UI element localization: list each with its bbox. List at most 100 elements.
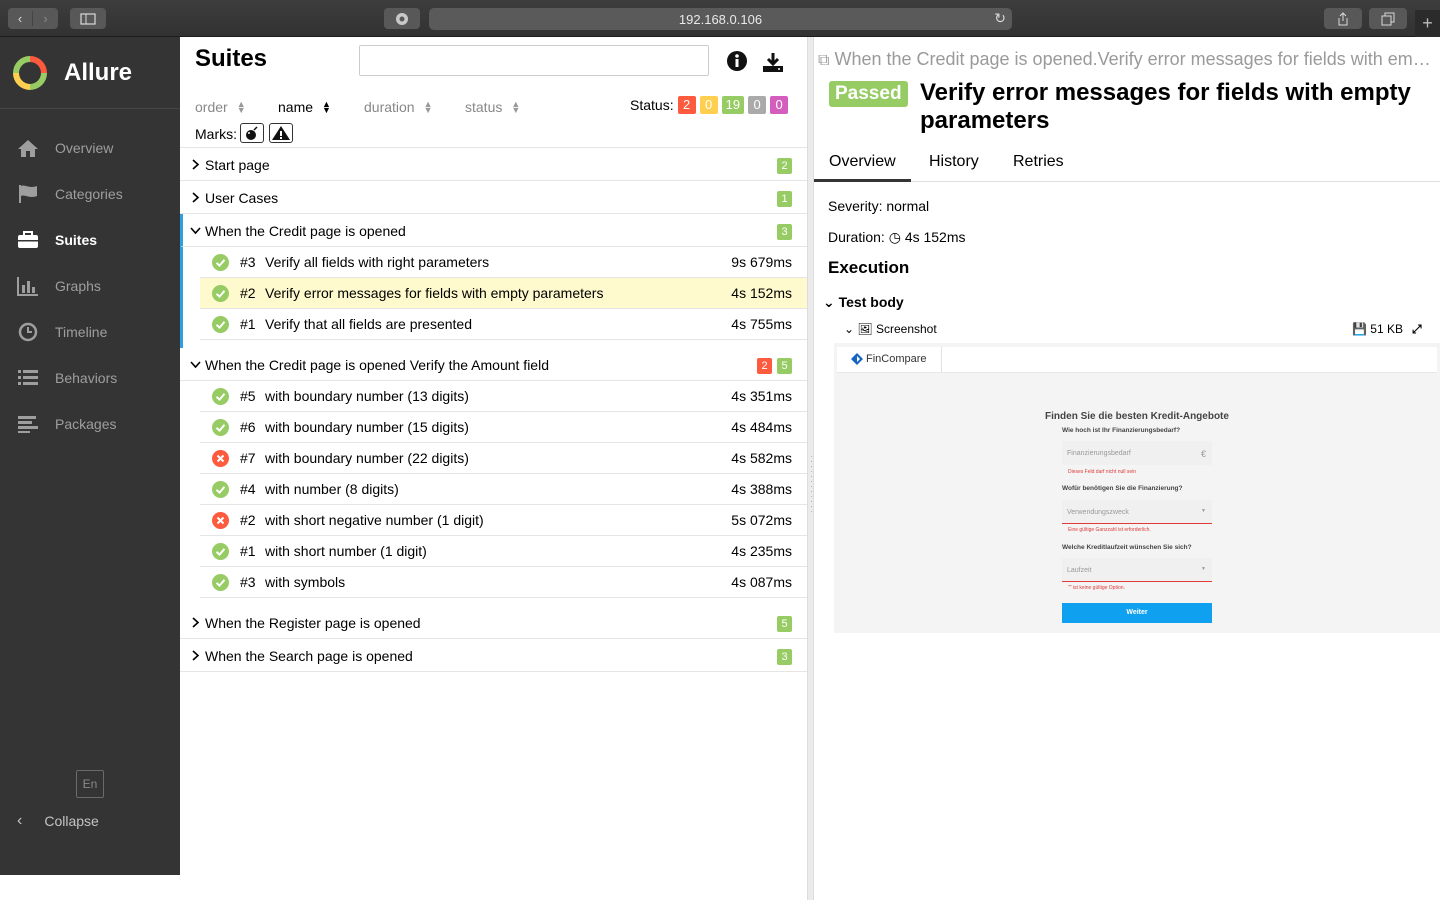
attachment-row[interactable]: ⌄ 🖼 Screenshot 💾 51 KB ⤢ — [844, 322, 1434, 336]
passed-status-icon — [212, 419, 229, 436]
suite-row[interactable]: When the Register page is opened 5 — [180, 606, 807, 639]
address-bar[interactable]: 192.168.0.106 ↻ — [429, 8, 1012, 30]
test-case-duration: 4s 582ms — [731, 450, 792, 466]
duration-value: 4s 152ms — [904, 229, 966, 245]
bar-chart-icon — [17, 277, 38, 296]
status-passed-toggle[interactable]: 19 — [721, 96, 745, 114]
breadcrumb: ⧉ When the Credit page is opened.Verify … — [818, 49, 1438, 70]
info-icon[interactable] — [727, 51, 747, 76]
language-button[interactable]: En — [76, 770, 104, 798]
home-icon — [18, 140, 38, 157]
test-case-row[interactable]: #2 Verify error messages for fields with … — [200, 278, 807, 309]
allure-logo-icon — [13, 55, 47, 90]
test-case-row[interactable]: #3 with symbols 4s 087ms — [200, 567, 807, 598]
back-icon[interactable]: ‹ — [8, 11, 33, 26]
forward-icon[interactable]: › — [33, 11, 58, 26]
flaky-mark-toggle[interactable] — [240, 123, 264, 143]
status-badge: Passed — [829, 81, 908, 107]
sort-name[interactable]: name ▲ ▼ — [278, 99, 331, 115]
test-case-number: #1 — [240, 543, 256, 559]
sidebar-item-overview[interactable]: Overview — [0, 125, 180, 171]
tab-overview[interactable]: Overview — [814, 153, 911, 182]
suite-row[interactable]: When the Credit page is opened 3 — [180, 214, 807, 247]
test-case-row[interactable]: #4 with number (8 digits) 4s 388ms — [200, 474, 807, 505]
suite-row[interactable]: When the Search page is opened 3 — [180, 639, 807, 672]
test-case-row[interactable]: #7 with boundary number (22 digits) 4s 582… — [200, 443, 807, 474]
test-case-row[interactable]: #1 Verify that all fields are presented 4s… — [200, 309, 807, 340]
screenshot-header: FinCompare — [837, 347, 1437, 373]
form-select-purpose: Verwendungszweck ▼ — [1062, 500, 1212, 524]
fincompare-logo: FinCompare — [851, 353, 927, 365]
extension-icon[interactable] — [384, 8, 420, 29]
sidebar-item-graphs[interactable]: Graphs — [0, 263, 180, 309]
search-input[interactable] — [359, 45, 709, 76]
download-icon[interactable] — [762, 52, 784, 77]
suite-name: When the Register page is opened — [205, 615, 421, 631]
test-case-title: with symbols — [265, 574, 346, 590]
sidebar: Allure Overview Categories Suites Graphs… — [0, 37, 180, 875]
passed-status-icon — [212, 316, 229, 333]
app-name: Allure — [64, 58, 133, 86]
test-case-number: #3 — [240, 574, 256, 590]
expand-icon[interactable]: ⤢ — [1412, 322, 1422, 337]
suite-row[interactable]: Start page 2 — [180, 148, 807, 181]
test-case-duration: 4s 351ms — [731, 388, 792, 404]
copy-icon[interactable]: ⧉ — [818, 52, 829, 69]
status-skipped-toggle[interactable]: 0 — [748, 96, 767, 114]
sidebar-toggle-icon[interactable] — [70, 8, 106, 29]
severity: Severity: normal — [828, 198, 930, 214]
tabs-overview-icon[interactable] — [1369, 8, 1407, 29]
sort-duration[interactable]: duration ▲ ▼ — [364, 99, 433, 115]
form-error-1: Dieses Feld darf nicht null sein — [1068, 469, 1137, 475]
pane-splitter[interactable]: · · · · · · · · · · · · — [807, 37, 814, 900]
test-case-row[interactable]: #1 with short number (1 digit) 4s 235ms — [200, 536, 807, 567]
marks-bar: Marks: — [180, 122, 807, 148]
back-forward-buttons[interactable]: ‹ › — [8, 8, 58, 29]
marks-label: Marks: — [195, 126, 237, 142]
status-unknown-toggle[interactable]: 0 — [770, 96, 789, 114]
new-failed-mark-toggle[interactable] — [269, 123, 293, 143]
form-input-amount-placeholder: Finanzierungsbedarf — [1067, 450, 1131, 457]
sidebar-item-behaviors[interactable]: Behaviors — [0, 355, 180, 401]
collapse-button[interactable]: ‹ Collapse — [17, 812, 99, 830]
fincompare-logo-text: FinCompare — [866, 353, 927, 365]
sidebar-item-timeline[interactable]: Timeline — [0, 309, 180, 355]
test-case-row[interactable]: #3 Verify all fields with right parameter… — [200, 247, 807, 278]
sort-arrows-icon: ▲ ▼ — [423, 99, 433, 115]
sort-status[interactable]: status ▲ ▼ — [465, 99, 520, 115]
flag-icon — [19, 185, 37, 203]
suite-row[interactable]: When the Credit page is opened Verify th… — [180, 348, 807, 381]
test-case-row[interactable]: #6 with boundary number (15 digits) 4s 484… — [200, 412, 807, 443]
sidebar-item-label: Suites — [55, 232, 98, 248]
attachment-name: Screenshot — [875, 322, 937, 336]
new-tab-button[interactable]: + — [1415, 10, 1440, 37]
status-failed-toggle[interactable]: 2 — [677, 96, 696, 114]
sort-order[interactable]: order ▲ ▼ — [195, 99, 246, 115]
detail-tabs: Overview History Retries — [814, 147, 1440, 182]
test-body-toggle[interactable]: ⌄ Test body — [823, 294, 904, 311]
sidebar-item-categories[interactable]: Categories — [0, 171, 180, 217]
brand[interactable]: Allure — [0, 37, 180, 109]
passed-status-icon — [212, 285, 229, 302]
drag-handle-icon[interactable]: · · · · · · · · · · · · — [810, 452, 813, 516]
screenshot-preview[interactable]: FinCompare Finden Sie die besten Kredit-… — [834, 343, 1440, 633]
test-detail-pane: ⧉ When the Credit page is opened.Verify … — [814, 37, 1440, 900]
suites-tree: Start page 2 User Cases 1 When the Credit pa… — [180, 148, 807, 672]
sidebar-item-suites[interactable]: Suites — [0, 217, 180, 263]
share-icon[interactable] — [1324, 8, 1362, 29]
dropdown-icon: ▼ — [1201, 508, 1206, 514]
chevron-right-icon — [190, 615, 201, 631]
tab-retries[interactable]: Retries — [1013, 153, 1064, 171]
test-case-row[interactable]: #5 with boundary number (13 digits) 4s 351… — [200, 381, 807, 412]
clock-icon — [18, 322, 38, 342]
passed-status-icon — [212, 481, 229, 498]
tab-history[interactable]: History — [929, 153, 979, 171]
status-broken-toggle[interactable]: 0 — [699, 96, 718, 114]
test-case-number: #6 — [240, 419, 256, 435]
briefcase-icon — [18, 231, 38, 248]
test-case-row[interactable]: #2 with short negative number (1 digit) 5s… — [200, 505, 807, 536]
reload-icon[interactable]: ↻ — [994, 10, 1006, 27]
passed-status-icon — [212, 574, 229, 591]
suite-row[interactable]: User Cases 1 — [180, 181, 807, 214]
sidebar-item-packages[interactable]: Packages — [0, 401, 180, 447]
